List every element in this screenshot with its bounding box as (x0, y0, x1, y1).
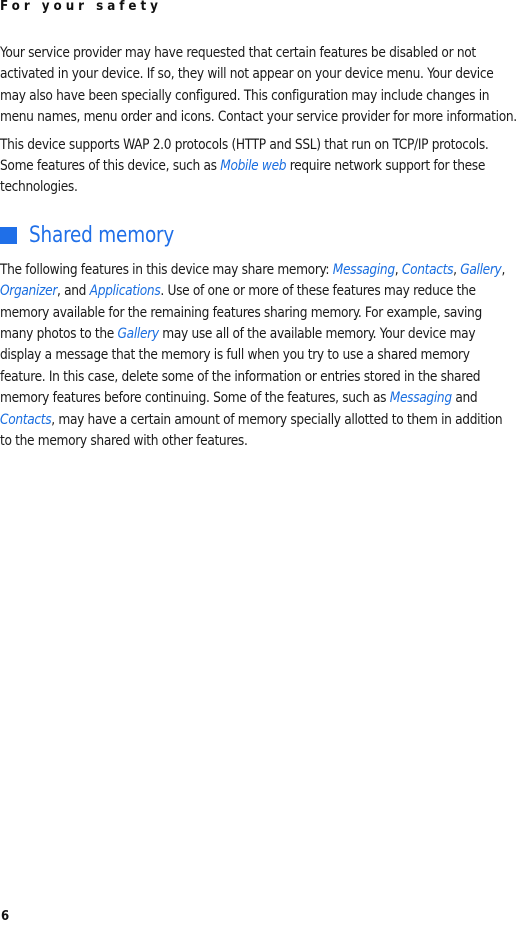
text-span: , and (57, 282, 90, 300)
link-organizer[interactable]: Organizer (0, 282, 57, 299)
running-header: For your safety (0, 0, 162, 14)
text-span: , (501, 260, 506, 278)
link-contacts[interactable]: Contacts (402, 261, 454, 278)
paragraph-shared-memory: The following features in this device ma… (0, 259, 516, 452)
text-span: , (453, 260, 461, 278)
section-title: Shared memory (29, 222, 175, 248)
paragraph-wap-support: This device supports WAP 2.0 protocols (… (0, 134, 516, 198)
section-heading: Shared memory (0, 222, 516, 250)
link-mobile-web[interactable]: Mobile web (220, 157, 286, 174)
link-gallery[interactable]: Gallery (118, 325, 160, 342)
link-messaging[interactable]: Messaging (333, 261, 395, 278)
page-number: 6 (1, 909, 10, 924)
link-gallery[interactable]: Gallery (460, 261, 502, 278)
paragraph-service-provider: Your service provider may have requested… (0, 44, 516, 126)
text-span: The following features in this device ma… (0, 260, 333, 278)
link-applications[interactable]: Applications (90, 282, 161, 299)
page-content: Your service provider may have requested… (0, 42, 516, 452)
text-span: , may have a certain amount of memory sp… (0, 410, 503, 450)
text-span: and (451, 389, 478, 407)
link-contacts[interactable]: Contacts (0, 411, 52, 428)
section-bullet-square-icon (0, 227, 17, 245)
link-messaging[interactable]: Messaging (390, 389, 452, 406)
